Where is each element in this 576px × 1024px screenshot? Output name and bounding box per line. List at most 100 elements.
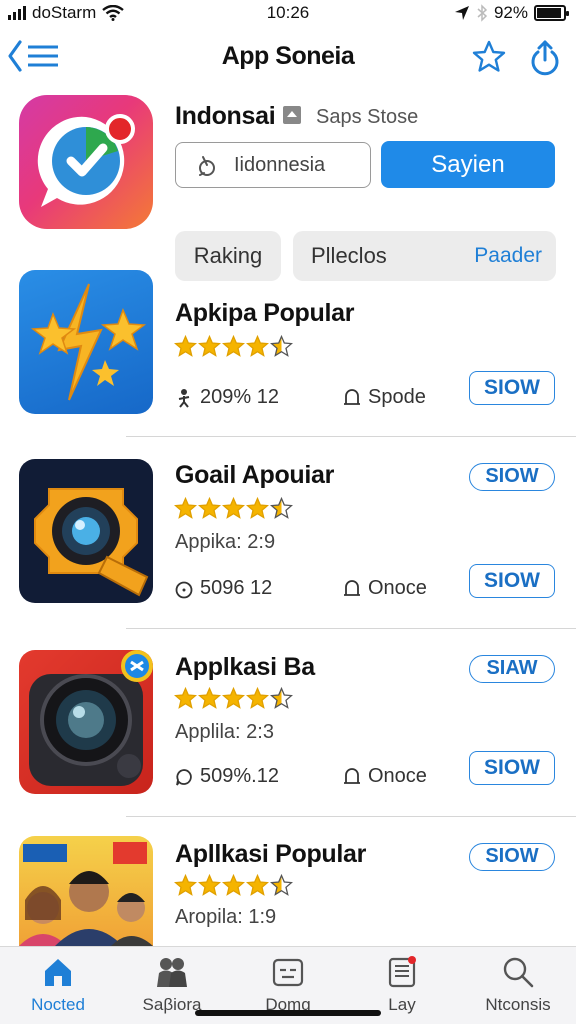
wallet-icon [272,958,304,987]
size-meta: Spode [343,386,426,409]
size-value: Spode [368,386,426,408]
star-icon [246,874,269,896]
rating-stars [174,687,293,710]
app-icon-video[interactable] [19,650,153,794]
row-divider [126,436,576,437]
star-icon [174,497,197,519]
app-subtitle: Aropila: 1:9 [175,906,277,928]
bell-icon [344,579,360,596]
featured-title: Indonsai [175,102,276,130]
bell-icon [344,388,360,405]
battery-icon [534,5,569,21]
get-button-top[interactable]: SIAW [469,655,555,683]
search-field[interactable]: Iidonnesia [175,142,371,188]
navigation-bar: App Soneia [0,30,576,82]
chat-bubble-icon [176,768,192,785]
rating-stars [174,874,293,897]
location-arrow-icon [454,6,469,20]
star-icon [472,40,506,72]
tab-home[interactable]: Nocted [8,955,108,1015]
featured-app-icon[interactable] [19,95,153,229]
downloads-value: 209% 12 [200,386,279,408]
star-icon [174,335,197,357]
row-divider [126,816,576,817]
downloads-meta: 5096 12 [175,577,272,600]
people-icon [157,958,187,987]
get-button-top[interactable]: SIOW [469,843,555,871]
app-icon-camera[interactable] [19,459,153,603]
tab-people[interactable]: Saβiora [122,955,222,1015]
chat-check-icon [37,114,135,207]
downloads-value: 5096 12 [200,577,273,599]
camera-lens-icon [34,488,149,597]
stars-icon [30,283,147,401]
star-icon [222,335,245,357]
primary-action-button[interactable]: Sayien [381,141,555,188]
star-icon [270,497,293,519]
rating-stars [174,497,293,520]
app-subtitle: Appika: 2:9 [175,531,276,553]
bluetooth-icon [477,4,488,22]
list-item[interactable]: Apkipa Popular 209% 12 Spode SIOW [0,268,576,436]
hand-pointer-icon [199,156,215,176]
tab-categories-label: Plleclos [311,243,387,268]
home-icon [45,959,71,986]
app-name: Apkipa Popular [175,299,355,327]
rating-stars [174,335,293,358]
app-name: Goail Apouiar [175,461,335,489]
star-icon [174,874,197,896]
home-indicator [195,1010,381,1016]
app-icon-people[interactable] [19,836,153,946]
app-icon-stars[interactable] [19,270,153,414]
star-icon [174,687,197,709]
star-icon [270,687,293,709]
search-value: Iidonnesia [234,154,326,176]
list-item[interactable]: Goail Apouiar Appika: 2:9 5096 12 Onoce … [0,458,576,628]
person-icon [178,388,190,408]
app-subtitle: Applila: 2:3 [175,721,274,743]
clock-icon [175,581,193,598]
tab-wallet[interactable]: Domg [238,955,338,1015]
downloads-meta: 209% 12 [175,386,279,409]
row-divider [126,628,576,629]
get-button[interactable]: SIOW [469,751,555,785]
star-icon [222,874,245,896]
star-icon [198,335,221,357]
star-icon [270,874,293,896]
battery-percent: 92% [493,3,528,22]
tab-clipboard[interactable]: Lay [352,955,452,1015]
status-bar: doStarm 10:26 92% [0,0,576,26]
star-icon [222,497,245,519]
size-meta: Onoce [343,765,427,788]
star-icon [270,335,293,357]
list-item[interactable]: Applkasi Ba Applila: 2:3 509%.12 Onoce S… [0,650,576,816]
bell-icon [344,767,360,784]
app-name: Applkasi Ba [175,653,315,681]
size-value: Onoce [368,577,427,599]
star-icon [222,687,245,709]
app-name: Apllkasi Popular [175,840,367,868]
get-button-top[interactable]: SIOW [469,463,555,491]
featured-subtitle: Saps Stose [316,106,419,128]
star-icon [246,335,269,357]
favorite-button[interactable] [470,38,508,76]
see-more-link[interactable]: Paader [474,244,542,268]
clipboard-icon [388,956,416,988]
get-button[interactable]: SIOW [469,564,555,598]
size-value: Onoce [368,765,427,787]
get-button[interactable]: SIOW [469,371,555,405]
tab-search-label: Ntconsis [485,995,551,1014]
video-camera-icon [29,650,153,786]
star-icon [198,687,221,709]
status-right: 92% [454,3,569,23]
search-icon [503,957,534,988]
tab-search[interactable]: Ntconsis [468,955,568,1015]
size-meta: Onoce [343,577,427,600]
tab-home-label: Nocted [31,995,85,1014]
star-icon [198,874,221,896]
list-item[interactable]: Apllkasi Popular Aropila: 1:9 SIOW [0,836,576,946]
star-icon [246,497,269,519]
people-photo-icon [19,842,153,946]
flag-icon [283,106,301,124]
share-button[interactable] [526,38,564,76]
